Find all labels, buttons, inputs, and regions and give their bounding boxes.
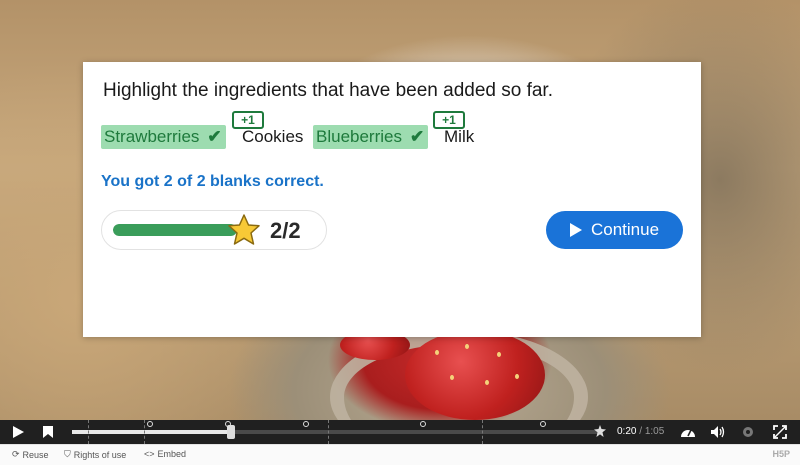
score-track: [113, 224, 237, 236]
word-label: Strawberries: [104, 127, 200, 146]
interaction-marker[interactable]: [147, 421, 153, 427]
word-label: Blueberries: [316, 127, 402, 146]
check-icon: ✔: [410, 127, 425, 146]
seek-bar[interactable]: [72, 420, 606, 444]
seek-handle[interactable]: [227, 425, 235, 439]
settings-button[interactable]: [738, 420, 758, 444]
rights-icon: ⛉: [64, 449, 71, 459]
reuse-icon: ⟳: [12, 449, 20, 459]
time-display: 0:20 / 1:05: [617, 420, 664, 444]
word-milk[interactable]: Milk: [444, 125, 474, 149]
interaction-tick: [88, 420, 90, 444]
score-fill: [113, 224, 237, 236]
continue-button[interactable]: Continue: [546, 211, 683, 249]
play-button[interactable]: [8, 420, 28, 444]
fullscreen-icon: [773, 425, 787, 439]
star-icon: [594, 425, 606, 437]
word-blueberries[interactable]: Blueberries ✔: [313, 125, 429, 149]
h5p-logo: H5P: [772, 449, 790, 459]
rights-of-use-button[interactable]: ⛉ Rights of use: [64, 449, 126, 460]
interaction-marker[interactable]: [303, 421, 309, 427]
fullscreen-button[interactable]: [770, 420, 790, 444]
rights-label: Rights of use: [73, 449, 127, 460]
speed-icon: [681, 429, 695, 437]
score-text: 2/2: [270, 218, 301, 243]
word-strawberries[interactable]: Strawberries ✔: [101, 125, 226, 149]
interaction-tick: [144, 420, 146, 444]
bookmarks-button[interactable]: [38, 420, 58, 444]
player-controls: 0:20 / 1:05: [0, 420, 800, 444]
interaction-tick: [482, 420, 484, 444]
reuse-label: Reuse: [22, 449, 49, 460]
question-text: Highlight the ingredients that have been…: [103, 80, 553, 101]
duration: 1:05: [644, 426, 665, 437]
strawberry: [405, 330, 545, 420]
volume-button[interactable]: [708, 420, 728, 444]
interaction-dialog: Highlight the ingredients that have been…: [83, 62, 701, 337]
settings-icon: [743, 427, 753, 437]
current-time: 0:20: [617, 426, 637, 437]
continue-label: Continue: [590, 220, 660, 239]
play-icon: [569, 223, 582, 237]
word-cookies[interactable]: Cookies: [242, 125, 303, 149]
play-icon: [13, 426, 24, 438]
volume-icon: [711, 426, 725, 438]
seek-played: [72, 430, 231, 434]
time-separator: /: [636, 426, 645, 437]
bookmark-icon: [43, 426, 53, 438]
interaction-tick: [328, 420, 330, 444]
playback-speed-button[interactable]: [678, 420, 698, 444]
star-icon: [228, 214, 260, 245]
interaction-marker[interactable]: [540, 421, 546, 427]
check-icon: ✔: [207, 127, 222, 146]
interaction-marker[interactable]: [420, 421, 426, 427]
score-bar: 2/2: [101, 210, 327, 250]
embed-label: Embed: [157, 449, 187, 459]
embed-icon: <>: [144, 449, 155, 459]
embed-button[interactable]: <> Embed: [144, 449, 186, 459]
reuse-button[interactable]: ⟳ Reuse: [12, 449, 49, 460]
footer-bar: ⟳ Reuse ⛉ Rights of use <> Embed H5P: [0, 444, 800, 465]
feedback-text: You got 2 of 2 blanks correct.: [101, 173, 324, 190]
